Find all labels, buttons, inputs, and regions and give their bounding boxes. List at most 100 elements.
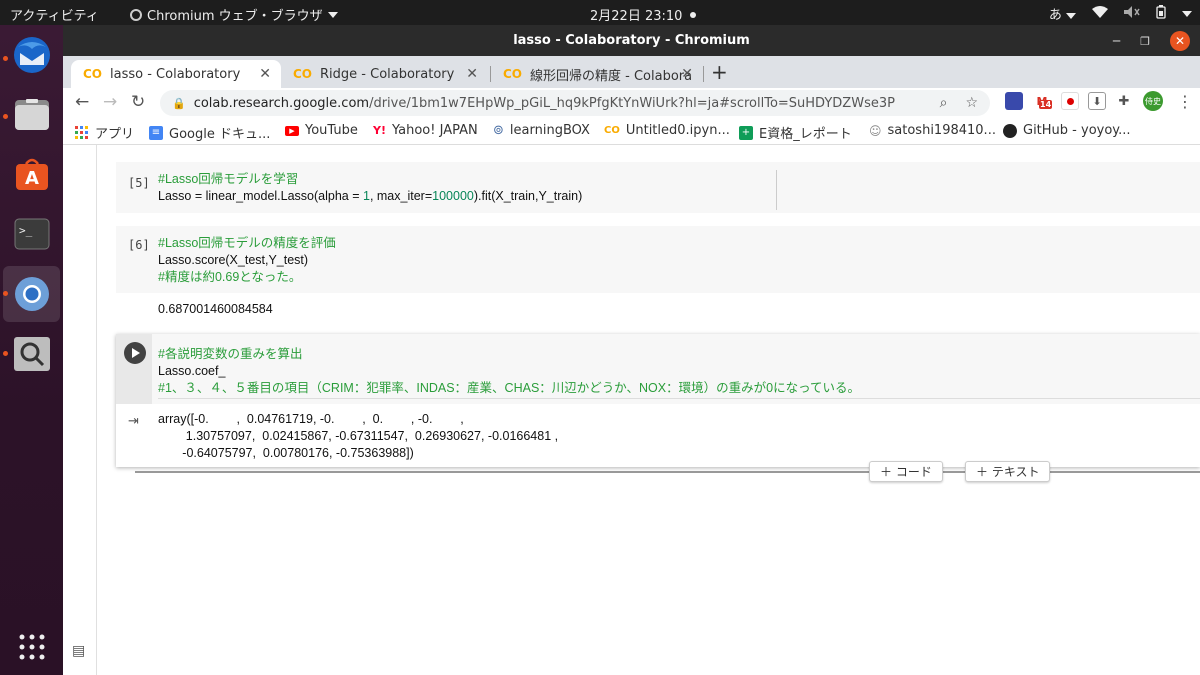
screenshot-viewer-icon[interactable] — [10, 332, 54, 376]
terminal-panel-icon[interactable]: ▤ — [72, 643, 85, 659]
window-title-bar: lasso - Colaboratory - Chromium ─ ❐ ✕ — [63, 25, 1200, 56]
clock[interactable]: 2月22日 23:10 — [590, 5, 697, 24]
colab-icon: CO — [503, 67, 523, 81]
restore-icon[interactable]: ❐ — [1140, 35, 1150, 48]
bookmark-label: Untitled0.ipyn... — [625, 123, 730, 138]
wifi-icon[interactable] — [1092, 5, 1108, 22]
app-menu-label: Chromium ウェブ・ブラウザ — [147, 9, 323, 24]
chevron-down-icon[interactable] — [1182, 10, 1192, 17]
address-bar[interactable]: 🔒 colab.research.google.com/drive/1bm1w7… — [160, 90, 990, 116]
bookmark-label: learningBOX — [509, 123, 590, 138]
kebab-menu-icon[interactable]: ⋮ — [1177, 92, 1193, 111]
bookmark-github[interactable]: GitHub - yoyoy... — [1003, 123, 1131, 138]
close-tab-icon[interactable]: ✕ — [681, 66, 693, 82]
volume-icon[interactable] — [1124, 5, 1140, 22]
new-tab-button[interactable]: + — [711, 60, 728, 84]
tab-lasso[interactable]: CO lasso - Colaboratory ✕ — [71, 60, 281, 88]
column-ruler — [776, 170, 777, 210]
bookmark-yahoo[interactable]: Y! Yahoo! JAPAN — [373, 123, 478, 138]
code-comment: #各説明変数の重みを算出 — [158, 347, 303, 361]
close-tab-icon[interactable]: ✕ — [466, 66, 478, 82]
bookmark-learningbox[interactable]: ⊚ learningBOX — [493, 123, 590, 138]
system-tray[interactable]: あ — [1049, 4, 1192, 23]
japan-flag-icon[interactable] — [1061, 92, 1079, 110]
gmail-icon[interactable]: M14 — [1033, 92, 1053, 110]
reload-icon[interactable]: ↻ — [131, 92, 145, 112]
yahoo-icon: Y! — [373, 124, 386, 137]
code-comment: #Lasso回帰モデルを学習 — [158, 172, 299, 186]
running-indicator-icon — [3, 56, 8, 61]
tab-linear-regression[interactable]: CO 線形回帰の精度 - Colabora ✕ — [491, 60, 703, 88]
bookmark-label: GitHub - yoyoy... — [1023, 123, 1131, 138]
execution-count: [5] — [128, 176, 150, 190]
ime-indicator[interactable]: あ — [1049, 4, 1076, 23]
bookmark-satoshi[interactable]: ☺ satoshi198410... — [869, 123, 996, 138]
battery-icon[interactable] — [1156, 4, 1166, 23]
puzzle-icon[interactable]: ✚ — [1115, 92, 1133, 110]
tab-label: Ridge - Colaboratory — [320, 66, 455, 82]
cell-output: 0.687001460084584 — [158, 302, 273, 316]
chevron-down-icon — [1066, 13, 1076, 19]
code-cell[interactable]: [5] #Lasso回帰モデルを学習 Lasso = linear_model.… — [116, 162, 1200, 213]
colab-icon: CO — [83, 67, 103, 81]
notebook-content: ▤ [5] #Lasso回帰モデルを学習 Lasso = linear_mode… — [63, 145, 1200, 675]
back-icon[interactable]: ← — [75, 92, 89, 112]
lock-icon[interactable]: 🔒 — [172, 97, 186, 110]
notification-dot-icon — [690, 11, 697, 18]
output-options-icon[interactable]: ⇥ — [128, 414, 139, 429]
tab-ridge[interactable]: CO Ridge - Colaboratory ✕ — [281, 60, 488, 88]
code-text: ).fit(X_train,Y_train) — [473, 189, 583, 203]
extension-icon[interactable] — [1005, 92, 1023, 110]
apps-grid-icon — [75, 125, 88, 139]
code-comment: #1、３、４、５番目の項目（CRIM：犯罪率、INDAS：産業、CHAS：川辺か… — [158, 381, 860, 395]
bookmark-google-docs[interactable]: ≡ Google ドキュ... — [149, 123, 270, 142]
add-code-button[interactable]: ＋ コード — [869, 461, 943, 482]
learningbox-icon: ⊚ — [493, 123, 504, 138]
running-indicator-icon — [3, 114, 8, 119]
files-icon[interactable] — [10, 92, 54, 136]
close-icon[interactable]: ✕ — [1170, 31, 1190, 51]
running-indicator-icon — [3, 351, 8, 356]
show-applications-icon[interactable] — [10, 625, 54, 669]
activities-button[interactable]: アクティビティ — [10, 5, 99, 24]
cell-divider — [158, 398, 1200, 399]
code-text: Lasso = linear_model.Lasso(alpha = — [158, 189, 363, 203]
sheets-icon: + — [739, 125, 753, 140]
bookmark-apps[interactable]: アプリ — [75, 123, 134, 142]
code-editor[interactable]: #Lasso回帰モデルの精度を評価 Lasso.score(X_test,Y_t… — [158, 235, 336, 286]
left-rail: ▤ — [63, 145, 97, 675]
bookmark-label: E資格_レポート — [759, 127, 852, 142]
software-store-icon[interactable]: A — [10, 152, 54, 196]
code-editor[interactable]: #Lasso回帰モデルを学習 Lasso = linear_model.Lass… — [158, 171, 582, 205]
minimize-icon[interactable]: ─ — [1113, 34, 1120, 48]
code-cell[interactable]: [6] #Lasso回帰モデルの精度を評価 Lasso.score(X_test… — [116, 226, 1200, 293]
code-text: , max_iter= — [369, 189, 433, 203]
bookmark-youtube[interactable]: ▶ YouTube — [285, 123, 358, 138]
bookmark-star-icon[interactable]: ☆ — [965, 95, 978, 111]
code-text: Lasso.coef_ — [158, 364, 226, 378]
download-icon[interactable]: ⬇ — [1088, 92, 1106, 110]
forward-icon[interactable]: → — [103, 92, 117, 112]
close-tab-icon[interactable]: ✕ — [259, 66, 271, 82]
bookmark-label: YouTube — [305, 123, 358, 138]
code-text: Lasso.score(X_test,Y_test) — [158, 253, 309, 267]
app-menu[interactable]: Chromium ウェブ・ブラウザ — [130, 5, 338, 24]
youtube-icon: ▶ — [285, 125, 299, 136]
bookmark-e-report[interactable]: + E資格_レポート — [739, 123, 852, 142]
chromium-icon[interactable] — [10, 272, 54, 316]
focused-code-cell[interactable]: #各説明変数の重みを算出 Lasso.coef_ #1、３、４、５番目の項目（C… — [116, 334, 1200, 467]
add-text-button[interactable]: ＋ テキスト — [965, 461, 1051, 482]
svg-text:A: A — [25, 168, 39, 189]
profile-avatar[interactable]: 侍史 — [1143, 91, 1163, 111]
bookmark-untitled0[interactable]: CO Untitled0.ipyn... — [604, 123, 730, 138]
zoom-icon[interactable]: ⌕ — [940, 95, 948, 111]
window-controls: ─ ❐ ✕ — [1113, 31, 1190, 51]
thunderbird-icon[interactable] — [10, 33, 54, 77]
execution-count: [6] — [128, 238, 150, 252]
code-editor[interactable]: #各説明変数の重みを算出 Lasso.coef_ #1、３、４、５番目の項目（C… — [158, 346, 860, 397]
code-number: 1 — [363, 189, 370, 203]
terminal-icon[interactable]: >_ — [10, 212, 54, 256]
cell-output: array([-0. , 0.04761719, -0. , 0. , -0. … — [158, 411, 558, 462]
svg-text:>_: >_ — [19, 224, 33, 237]
run-cell-button[interactable] — [124, 342, 146, 364]
